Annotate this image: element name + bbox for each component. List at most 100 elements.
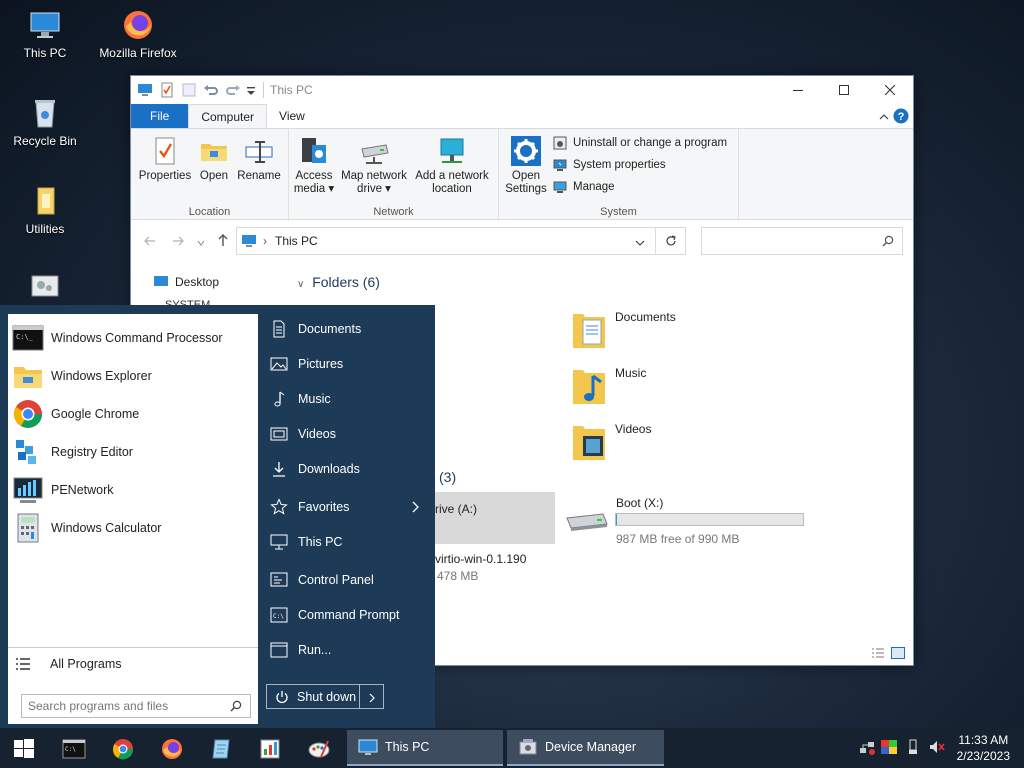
taskbar-clock[interactable]: 11:33 AM 2/23/2023 — [957, 732, 1010, 764]
drive-x-tile[interactable]: Boot (X:) 987 MB free of 990 MB — [563, 492, 813, 546]
place-command-prompt[interactable]: C:\ Command Prompt — [262, 599, 430, 631]
program-windows-calculator[interactable]: Windows Calculator — [8, 510, 258, 546]
uninstall-program-button[interactable]: Uninstall or change a program — [553, 136, 727, 150]
device-manager-icon — [517, 736, 539, 758]
open-folder-icon — [198, 135, 230, 167]
program-google-chrome[interactable]: Google Chrome — [8, 396, 258, 432]
ribbon-tabs: File Computer View ? — [131, 104, 913, 128]
manage-button[interactable]: Manage — [553, 180, 615, 194]
taskbar-task-device-manager[interactable]: Device Manager — [507, 730, 664, 766]
devices-group-count[interactable]: (3) — [439, 469, 456, 485]
desktop-icon-recycle-bin[interactable]: Recycle Bin — [0, 96, 90, 148]
undo-icon[interactable] — [203, 82, 219, 98]
open-settings-button[interactable]: Open Settings — [503, 135, 549, 196]
taskbar-command-prompt[interactable]: C:\ — [52, 732, 96, 766]
chevron-right-icon — [368, 692, 376, 702]
folder-videos[interactable]: Videos — [569, 414, 651, 464]
network-location-icon — [436, 135, 468, 167]
place-pictures[interactable]: Pictures — [262, 348, 430, 380]
taskbar-paint[interactable] — [297, 732, 341, 766]
video-icon — [270, 425, 288, 443]
picture-icon — [270, 355, 288, 373]
nav-item-desktop[interactable]: Desktop — [153, 275, 219, 289]
display-tray-icon[interactable] — [880, 738, 898, 756]
folders-group-header[interactable]: ∨ Folders (6) — [297, 274, 380, 290]
program-penetwork[interactable]: PENetwork — [8, 472, 258, 508]
address-bar[interactable]: › This PC — [236, 227, 686, 255]
folder-documents[interactable]: Documents — [569, 302, 676, 352]
tab-computer[interactable]: Computer — [188, 104, 268, 128]
shutdown-options-button[interactable] — [359, 685, 383, 708]
desktop-icon — [153, 275, 169, 289]
forward-arrow-icon[interactable] — [171, 234, 185, 248]
recent-chevron-icon[interactable] — [197, 236, 205, 246]
registry-editor-icon — [12, 436, 44, 468]
folder-music[interactable]: Music — [569, 358, 646, 408]
chevron-down-icon[interactable] — [635, 237, 645, 247]
taskbar: C:\ This PC Device Manager 11:33 AM 2/23… — [0, 728, 1024, 768]
svg-text:C:\_: C:\_ — [16, 333, 34, 341]
place-music[interactable]: Music — [262, 383, 430, 415]
back-arrow-icon[interactable] — [143, 234, 157, 248]
chevron-right-icon — [410, 501, 420, 513]
place-control-panel[interactable]: Control Panel — [262, 564, 430, 596]
map-network-drive-button[interactable]: Map network drive ▾ — [337, 135, 411, 196]
desktop-icon-firefox[interactable]: Mozilla Firefox — [93, 8, 183, 60]
taskbar-firefox[interactable] — [150, 732, 194, 766]
place-run[interactable]: Run... — [262, 634, 430, 666]
taskbar-chrome[interactable] — [101, 732, 145, 766]
manage-icon — [553, 180, 567, 194]
place-videos[interactable]: Videos — [262, 418, 430, 450]
desktop-icon-this-pc[interactable]: This PC — [0, 8, 90, 60]
taskbar-notepad[interactable] — [199, 732, 243, 766]
new-folder-quick-icon[interactable] — [181, 82, 197, 98]
tab-file[interactable]: File — [131, 104, 189, 128]
tab-view[interactable]: View — [267, 104, 317, 128]
chrome-icon — [111, 737, 135, 761]
volume-muted-icon[interactable] — [928, 738, 946, 756]
place-this-pc[interactable]: This PC — [262, 526, 430, 558]
program-command-processor[interactable]: C:\_ Windows Command Processor — [8, 320, 258, 356]
properties-button[interactable]: Properties — [137, 135, 193, 183]
add-network-location-button[interactable]: Add a network location — [411, 135, 493, 196]
computer-icon — [357, 736, 379, 758]
open-button[interactable]: Open — [193, 135, 235, 183]
place-downloads[interactable]: Downloads — [262, 453, 430, 485]
taskbar-spreadsheet[interactable] — [248, 732, 292, 766]
window-title: This PC — [270, 83, 313, 97]
videos-folder-icon — [569, 422, 609, 464]
power-icon — [275, 690, 289, 704]
minimize-button[interactable] — [775, 76, 821, 104]
up-arrow-icon[interactable] — [216, 233, 230, 247]
desktop-icon-utilities[interactable]: Utilities — [0, 184, 90, 236]
maximize-button[interactable] — [821, 76, 867, 104]
close-button[interactable] — [867, 76, 913, 104]
shutdown-button[interactable]: Shut down — [266, 684, 384, 709]
rename-button[interactable]: Rename — [235, 135, 283, 183]
program-registry-editor[interactable]: Registry Editor — [8, 434, 258, 470]
search-input[interactable] — [701, 227, 903, 255]
collapse-ribbon-icon[interactable] — [879, 111, 889, 121]
ribbon-group-network: Access media ▾ Map network drive ▾ Add a… — [289, 129, 499, 221]
place-documents[interactable]: Documents — [262, 313, 430, 345]
system-properties-button[interactable]: System properties — [553, 158, 666, 172]
drive-a-tile[interactable]: rive (A:) — [435, 492, 555, 544]
properties-quick-icon[interactable] — [159, 82, 175, 98]
start-menu: C:\_ Windows Command Processor Windows E… — [0, 305, 435, 728]
details-view-icon[interactable] — [871, 647, 885, 659]
refresh-icon[interactable] — [665, 235, 677, 247]
network-tray-icon[interactable] — [858, 738, 876, 756]
start-menu-programs: C:\_ Windows Command Processor Windows E… — [8, 314, 258, 724]
redo-icon[interactable] — [225, 82, 241, 98]
start-search-input[interactable]: Search programs and files — [21, 694, 251, 718]
place-favorites[interactable]: Favorites — [262, 491, 430, 523]
help-icon[interactable]: ? — [893, 108, 909, 124]
large-icons-view-icon[interactable] — [891, 647, 905, 659]
start-button[interactable] — [2, 732, 46, 766]
usb-tray-icon[interactable] — [904, 738, 922, 756]
access-media-button[interactable]: Access media ▾ — [293, 135, 335, 196]
all-programs-button[interactable]: All Programs — [8, 648, 258, 680]
chevron-down-icon[interactable] — [247, 85, 255, 95]
taskbar-task-this-pc[interactable]: This PC — [347, 730, 503, 766]
program-windows-explorer[interactable]: Windows Explorer — [8, 358, 258, 394]
